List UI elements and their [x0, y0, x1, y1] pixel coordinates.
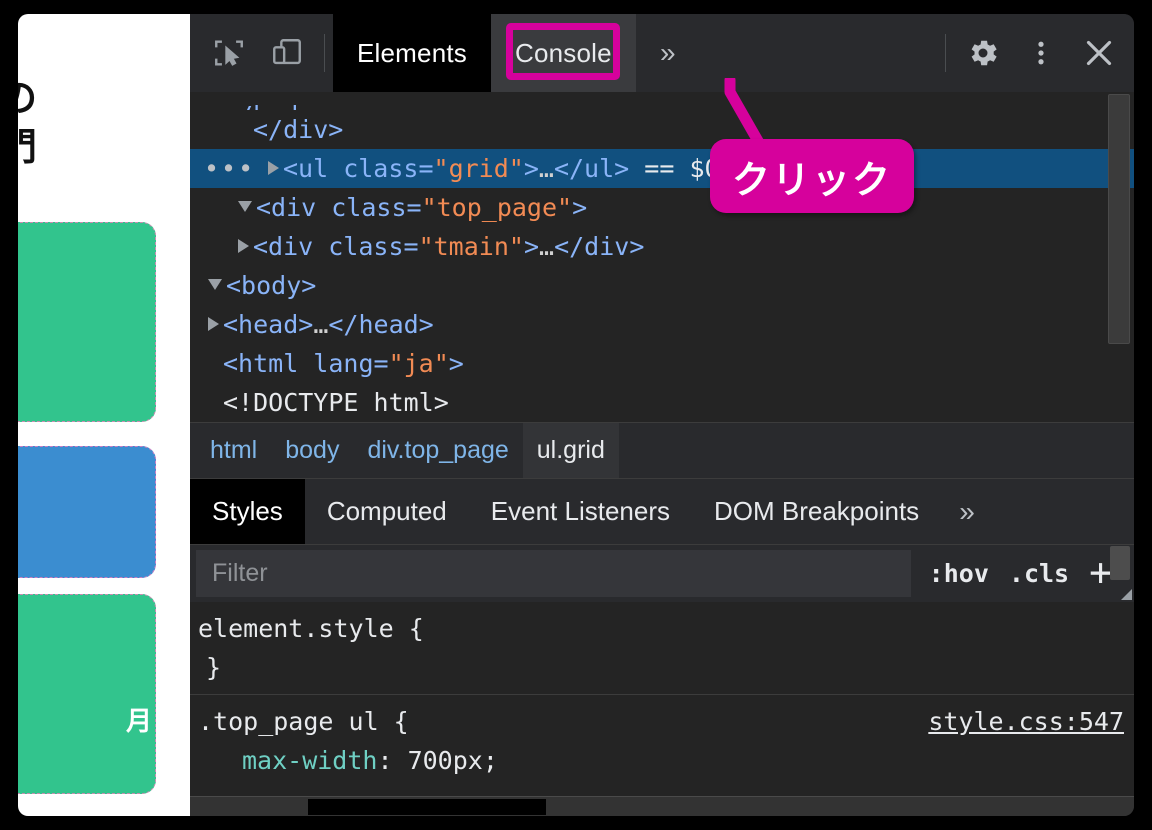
styles-vertical-scrollbar[interactable]	[1110, 546, 1130, 580]
dom-tree-row[interactable]: </div>	[190, 110, 1134, 149]
web-page-content: めの入門 月	[18, 14, 190, 816]
dom-token: </div>	[253, 115, 344, 144]
sidebar-tab-computed[interactable]: Computed	[305, 479, 469, 544]
dom-token: </ul>	[553, 154, 630, 183]
style-declaration[interactable]: max-width: 700px;	[198, 741, 1134, 780]
dom-token: >	[448, 349, 464, 378]
filter-input[interactable]: Filter	[196, 550, 911, 597]
cls-toggle-button[interactable]: .cls	[1009, 559, 1069, 588]
dom-token: >	[523, 154, 539, 183]
sidebar-tab-dom-breakpoints[interactable]: DOM Breakpoints	[692, 479, 941, 544]
style-rule-header: .top_page ul { style.css:547	[198, 702, 1134, 741]
style-rule-header: element.style {	[198, 609, 1134, 648]
dom-token: <html lang=	[223, 349, 389, 378]
dom-token: "top_page"	[421, 193, 573, 222]
dom-tree[interactable]: </body></div>•••<ul class="grid">…</ul> …	[190, 92, 1134, 422]
breadcrumb-item-body[interactable]: body	[271, 423, 353, 478]
style-rules-pane[interactable]: element.style {} .top_page ul { style.css:…	[190, 602, 1134, 816]
toolbar-divider-right	[945, 34, 946, 72]
hov-toggle-button[interactable]: :hov	[929, 559, 989, 588]
horizontal-scrollbar-thumb[interactable]	[308, 799, 546, 815]
gear-icon[interactable]	[954, 14, 1012, 92]
dom-token: <ul class=	[283, 154, 434, 183]
style-rule-closing-brace: }	[206, 653, 222, 682]
dom-token: "grid"	[433, 154, 524, 183]
dom-tree-row[interactable]: </body>	[190, 96, 1134, 110]
devtools-panel: Elements Console » </div> ••• <ul class=…	[190, 14, 1134, 816]
page-card-green-top[interactable]	[18, 222, 156, 422]
dom-token: …	[539, 232, 555, 261]
filter-controls: :hov .cls +	[928, 549, 1112, 594]
page-heading-line-1: めの	[18, 76, 39, 120]
dom-token: </div>	[554, 232, 645, 261]
horizontal-scrollbar-track[interactable]	[190, 796, 1134, 816]
page-heading: めの入門	[18, 74, 38, 171]
breadcrumb-item-ul-grid[interactable]: ul.grid	[522, 423, 619, 478]
styles-filter-row: Filter :hov .cls +	[190, 544, 1134, 602]
dom-token: <div class=	[253, 232, 419, 261]
resize-corner-icon[interactable]	[1121, 589, 1132, 600]
sidebar-tab-event-listeners[interactable]: Event Listeners	[469, 479, 692, 544]
declaration-value[interactable]: : 700px;	[377, 746, 497, 775]
dom-tree-row[interactable]: <head>…</head>	[190, 305, 1134, 344]
dom-token: "ja"	[388, 349, 449, 378]
style-rule-selector[interactable]: element.style {	[198, 609, 424, 648]
page-heading-line-2: 入門	[18, 124, 39, 169]
breadcrumb: html body div.top_page ul.grid	[190, 422, 1134, 478]
inspect-element-icon[interactable]	[200, 14, 258, 92]
device-toolbar-icon[interactable]	[258, 14, 316, 92]
sidebar-more-tabs-icon[interactable]: »	[941, 479, 993, 544]
callout-label: クリック	[731, 157, 892, 202]
dom-tree-row[interactable]: <div class="tmain">…</div>	[190, 227, 1134, 266]
three-dot-menu-icon[interactable]	[1012, 14, 1070, 92]
dom-token: <body>	[226, 271, 317, 300]
style-rule[interactable]: element.style {}	[190, 602, 1134, 694]
expand-arrow-open-icon[interactable]	[238, 201, 252, 212]
dom-token: <!DOCTYPE html>	[223, 388, 449, 417]
close-icon[interactable]	[1070, 14, 1128, 92]
devtools-toolbar: Elements Console »	[190, 14, 1134, 92]
style-rule-source-link[interactable]: style.css:547	[928, 702, 1124, 741]
screenshot-root: めの入門 月 Elements Console	[0, 0, 1152, 830]
dom-token: <div class=	[256, 193, 422, 222]
expand-arrow-closed-icon[interactable]	[238, 239, 249, 253]
tab-elements[interactable]: Elements	[333, 14, 491, 92]
dom-token: >	[572, 193, 588, 222]
dom-token: …	[538, 154, 554, 183]
styles-sidebar-tabs: Styles Computed Event Listeners DOM Breakpo…	[190, 478, 1134, 544]
card-label: 月	[125, 707, 152, 737]
style-rule-selector[interactable]: .top_page ul {	[198, 702, 409, 741]
page-card-blue[interactable]	[18, 446, 156, 578]
click-callout: クリック	[710, 139, 914, 213]
dom-tree-row[interactable]: <body>	[190, 266, 1134, 305]
sidebar-tab-styles[interactable]: Styles	[190, 479, 305, 544]
declaration-property[interactable]: max-width	[242, 746, 377, 775]
page-card-green-bottom[interactable]: 月	[18, 594, 156, 794]
expand-arrow-closed-icon[interactable]	[208, 317, 219, 331]
dom-tree-row[interactable]: <!DOCTYPE html>	[190, 383, 1134, 422]
dom-tree-row-selected[interactable]: ••• <ul class="grid">…</ul> == $0	[190, 149, 1134, 188]
dom-token: <head>	[223, 310, 314, 339]
dom-token: >	[523, 232, 539, 261]
toolbar-right-group	[937, 14, 1134, 92]
row-options-icon[interactable]: •••	[204, 149, 255, 188]
breadcrumb-item-html[interactable]: html	[196, 423, 271, 478]
expand-arrow-open-icon[interactable]	[208, 279, 222, 290]
dom-token: …	[313, 310, 329, 339]
dom-token: </body>	[223, 101, 328, 110]
breadcrumb-item-div-top-page[interactable]: div.top_page	[353, 423, 522, 478]
style-rule[interactable]: .top_page ul {style.css:547 max-width: 70…	[190, 694, 1134, 787]
dom-tree-row[interactable]: <html lang="ja">	[190, 344, 1134, 383]
expand-arrow-closed-icon[interactable]	[268, 161, 279, 175]
dom-token: "tmain"	[418, 232, 524, 261]
dom-token: ==	[629, 154, 690, 183]
dom-tree-vertical-scrollbar[interactable]	[1108, 94, 1130, 344]
tab-console[interactable]: Console	[490, 14, 636, 92]
toolbar-divider-left	[324, 34, 325, 72]
dom-tree-row[interactable]: <div class="top_page">	[190, 188, 1134, 227]
dom-token: </head>	[328, 310, 434, 339]
more-tabs-icon[interactable]: »	[636, 14, 700, 92]
